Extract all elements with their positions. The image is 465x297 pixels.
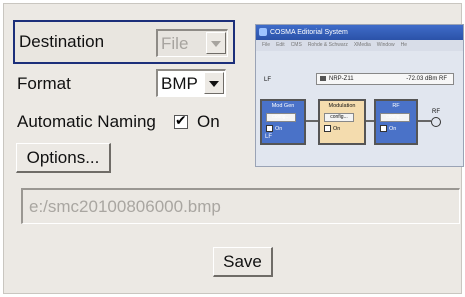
options-button[interactable]: Options... <box>16 143 111 173</box>
checkmark-icon: ✔ <box>175 113 187 129</box>
preview-block-rf: RF config... On <box>374 99 418 145</box>
preview-titlebar: COSMA Editorial System <box>256 25 463 40</box>
automatic-naming-checkbox[interactable]: ✔ <box>174 113 188 129</box>
file-path-field[interactable]: e:/smc20100806000.bmp <box>21 188 460 224</box>
preview-connector <box>418 120 431 122</box>
hardcopy-dialog: Destination File Format BMP Automatic Na… <box>3 3 464 294</box>
file-path-value: e:/smc20100806000.bmp <box>29 197 221 216</box>
preview-block-modulation: Modulation config... On <box>318 99 366 145</box>
preview-connector <box>366 120 374 122</box>
format-label: Format <box>17 74 71 93</box>
preview-power-sensor: NRP-Z11 -72.03 dBm RF <box>316 73 454 85</box>
rf-output-icon <box>431 117 441 127</box>
preview-block-modgen: Mod Gen config... On LF <box>260 99 306 145</box>
preview-menu-item: He <box>400 42 407 48</box>
hardcopy-preview: COSMA Editorial System File Edit CMS Rohde … <box>255 24 464 167</box>
format-dropdown-button[interactable] <box>204 72 224 94</box>
preview-block-title: RF <box>392 103 400 109</box>
preview-rf-label: RF <box>432 109 440 115</box>
preview-block-config: config... <box>324 113 354 122</box>
preview-block-title: Modulation <box>328 103 356 109</box>
preview-block-config: config... <box>266 113 296 122</box>
preview-sensor-unit: RF <box>439 76 447 82</box>
preview-window-title: COSMA Editorial System <box>270 29 348 36</box>
preview-block-footer: LF <box>265 134 273 140</box>
preview-block-state: On <box>324 125 340 132</box>
preview-block-state: On <box>266 125 282 132</box>
preview-block-state: On <box>380 125 396 132</box>
preview-lf-label: LF <box>264 77 272 83</box>
chevron-down-icon <box>211 41 221 47</box>
preview-menu-item: CMS <box>290 42 302 48</box>
preview-connector <box>306 120 318 122</box>
destination-label: Destination <box>19 32 105 51</box>
preview-block-title: Mod Gen <box>271 103 295 109</box>
destination-value: File <box>161 34 189 53</box>
preview-sensor-name: NRP-Z11 <box>329 76 354 82</box>
app-icon <box>259 28 267 36</box>
preview-menu-item: Window <box>376 42 395 48</box>
preview-menu-item: XMedia <box>353 42 371 48</box>
format-value: BMP <box>161 74 198 93</box>
chevron-down-icon <box>209 81 219 87</box>
preview-block-config: config... <box>380 113 410 122</box>
preview-menu-item: File <box>262 42 271 48</box>
destination-dropdown-button[interactable] <box>206 32 226 54</box>
preview-menu-item: Edit <box>276 42 285 48</box>
sensor-icon <box>320 76 326 81</box>
destination-row: Destination File <box>13 20 235 64</box>
preview-menubar: File Edit CMS Rohde & Schwarz XMedia Window He <box>256 40 463 51</box>
automatic-naming-state: On <box>197 112 220 131</box>
automatic-naming-label: Automatic Naming <box>17 112 156 131</box>
format-select[interactable]: BMP <box>156 69 226 97</box>
preview-menu-item: Rohde & Schwarz <box>307 42 348 48</box>
preview-sensor-value: -72.03 dBm <box>406 76 438 82</box>
destination-select[interactable]: File <box>156 29 228 57</box>
save-button[interactable]: Save <box>213 247 273 277</box>
